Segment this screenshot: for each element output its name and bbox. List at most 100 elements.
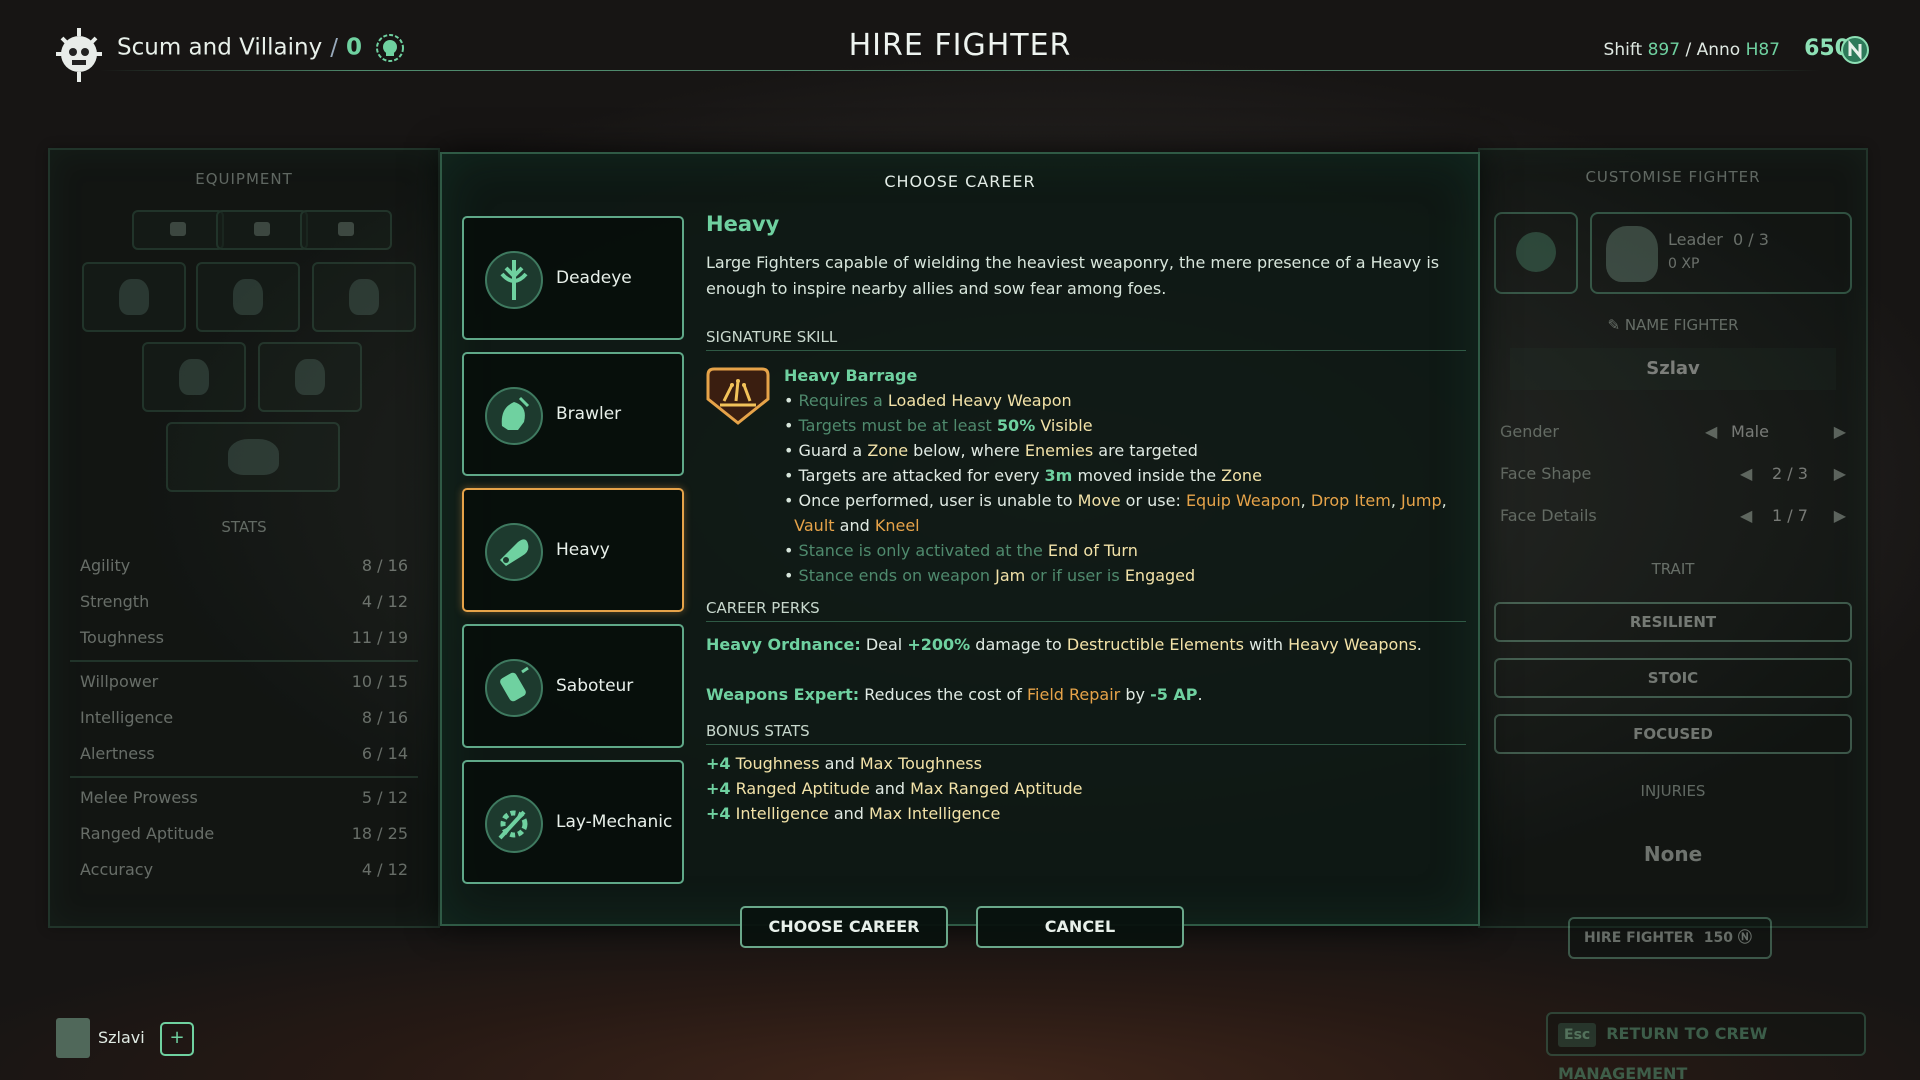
stat-row-willpower: Willpower 10 / 15: [80, 672, 408, 702]
choose-career-button[interactable]: CHOOSE CAREER: [740, 906, 948, 948]
career-card-lay-mechanic[interactable]: Lay-Mechanic: [462, 760, 684, 884]
add-crew-button[interactable]: +: [160, 1022, 194, 1056]
perk-text: damage to: [975, 635, 1062, 654]
skill-keyword: Engaged: [1124, 566, 1196, 585]
perk-weapons-expert: Weapons Expert: Reduces the cost of Fiel…: [706, 682, 1466, 708]
chevron-right-icon[interactable]: ▶: [1834, 506, 1846, 525]
bonus-amount: +4: [706, 779, 731, 798]
career-name: Heavy: [706, 212, 780, 236]
trait-focused-button[interactable]: FOCUSED: [1494, 714, 1852, 754]
skill-text: Requires a: [798, 391, 883, 410]
career-card-saboteur[interactable]: Saboteur: [462, 624, 684, 748]
skill-action: Equip Weapon: [1185, 491, 1301, 510]
stat-value: 11 / 19: [351, 628, 408, 647]
skill-action: Kneel: [874, 516, 920, 535]
skill-line: • Targets must be at least 50% Visible: [784, 416, 1093, 435]
perk-text: Deal: [865, 635, 903, 654]
stat-name: Toughness: [80, 628, 164, 647]
stat-name: Alertness: [80, 744, 155, 763]
skill-value: 3m: [1044, 466, 1073, 485]
stat-value: 4 / 12: [361, 860, 408, 879]
locked-slot-1: [132, 210, 224, 250]
skill-line: • Guard a Zone below, where Enemies are …: [784, 441, 1198, 460]
skill-keyword: Jam: [995, 566, 1026, 585]
deadeye-icon: [485, 251, 543, 309]
skill-text: below, where: [913, 441, 1020, 460]
stat-row-alertness: Alertness 6 / 14: [80, 744, 408, 774]
stat-name: Strength: [80, 592, 150, 611]
skill-text: Targets are attacked for every: [798, 466, 1040, 485]
skill-text: Guard a: [798, 441, 863, 460]
locked-slot-2: [216, 210, 308, 250]
saboteur-icon: [485, 659, 543, 717]
stat-name: Ranged Aptitude: [80, 824, 215, 843]
skill-action: Vault: [794, 516, 835, 535]
perk-name: Heavy Ordnance:: [706, 635, 861, 654]
chevron-right-icon[interactable]: ▶: [1834, 464, 1846, 483]
stats-title: STATS: [221, 518, 267, 536]
chevron-left-icon[interactable]: ◀: [1705, 422, 1717, 441]
career-perks-heading: CAREER PERKS: [706, 599, 1466, 622]
skill-text: Stance is only activated at the: [798, 541, 1043, 560]
stat-row-agility: Agility 8 / 16: [80, 556, 408, 586]
chevron-left-icon[interactable]: ◀: [1740, 506, 1752, 525]
option-label: Face Shape: [1500, 464, 1592, 483]
shift-value: 897: [1647, 40, 1681, 60]
leader-label: Leader: [1668, 230, 1723, 249]
esc-key: Esc: [1558, 1023, 1597, 1047]
skill-text: moved inside the: [1077, 466, 1217, 485]
hire-fighter-button[interactable]: HIRE FIGHTER 150 Ⓝ: [1568, 917, 1772, 959]
chevron-right-icon[interactable]: ▶: [1834, 422, 1846, 441]
career-label: Saboteur: [556, 676, 634, 696]
perk-heavy-ordnance: Heavy Ordnance: Deal +200% damage to Des…: [706, 632, 1466, 658]
skill-keyword: Move: [1077, 491, 1121, 510]
fighter-name-field[interactable]: Szlav: [1510, 348, 1836, 390]
return-to-crew-button[interactable]: Esc RETURN TO CREW MANAGEMENT: [1546, 1012, 1866, 1080]
customise-title: CUSTOMISE FIGHTER: [1585, 168, 1761, 186]
bonus-text: and: [833, 804, 864, 823]
choose-career-modal: CHOOSE CAREER Deadeye Brawler Heavy Sabo…: [440, 152, 1480, 948]
xp-label: XP: [1681, 256, 1700, 272]
weapon-slot-left: [82, 262, 186, 332]
career-card-deadeye[interactable]: Deadeye: [462, 216, 684, 340]
heavy-barrage-icon: [706, 367, 770, 425]
bonus-stat: Intelligence: [735, 804, 829, 823]
skill-text: Once performed, user is unable to: [798, 491, 1073, 510]
trait-resilient-button[interactable]: RESILIENT: [1494, 602, 1852, 642]
skill-name: Heavy Barrage: [784, 366, 918, 385]
career-card-brawler[interactable]: Brawler: [462, 352, 684, 476]
skill-action: Jump: [1401, 491, 1442, 510]
leader-text: Leader 0 / 3: [1668, 230, 1769, 249]
skill-line: • Stance ends on weapon Jam or if user i…: [784, 566, 1196, 585]
equipment-panel: EQUIPMENT STATS Agility 8 / 16 Strength 4 …: [48, 148, 440, 928]
brawler-icon: [485, 387, 543, 445]
perk-keyword: Heavy Weapons: [1288, 635, 1417, 654]
equipment-title: EQUIPMENT: [195, 170, 293, 188]
signature-skill-heading: SIGNATURE SKILL: [706, 328, 1466, 351]
modal-title: CHOOSE CAREER: [884, 172, 1036, 191]
career-label: Lay-Mechanic: [556, 812, 673, 832]
bonus-stat-row: +4 Intelligence and Max Intelligence: [706, 801, 1466, 826]
header-divider: [100, 70, 1820, 71]
stat-name: Willpower: [80, 672, 159, 691]
trait-stoic-button[interactable]: STOIC: [1494, 658, 1852, 698]
face-shape-option: Face Shape ◀ 2 / 3 ▶: [1500, 464, 1846, 494]
stat-name: Agility: [80, 556, 131, 575]
skill-line: • Targets are attacked for every 3m move…: [784, 466, 1262, 485]
skill-action: Drop Item: [1310, 491, 1391, 510]
bonus-stat-row: +4 Toughness and Max Toughness: [706, 751, 1466, 776]
chevron-left-icon[interactable]: ◀: [1740, 464, 1752, 483]
career-card-heavy[interactable]: Heavy: [462, 488, 684, 612]
stat-row-accuracy: Accuracy 4 / 12: [80, 860, 408, 890]
bonus-stat: Ranged Aptitude: [735, 779, 870, 798]
skill-keyword: End of Turn: [1047, 541, 1138, 560]
career-detail: Heavy Large Fighters capable of wielding…: [706, 212, 1466, 826]
bonus-text: and: [824, 754, 855, 773]
career-label: Brawler: [556, 404, 622, 424]
career-badge-icon: [1494, 212, 1578, 294]
bonus-text: and: [874, 779, 906, 798]
bonus-amount: +4: [706, 754, 731, 773]
credits-icon: [1841, 36, 1869, 64]
cancel-button[interactable]: CANCEL: [976, 906, 1184, 948]
crew-avatar: [56, 1018, 90, 1058]
